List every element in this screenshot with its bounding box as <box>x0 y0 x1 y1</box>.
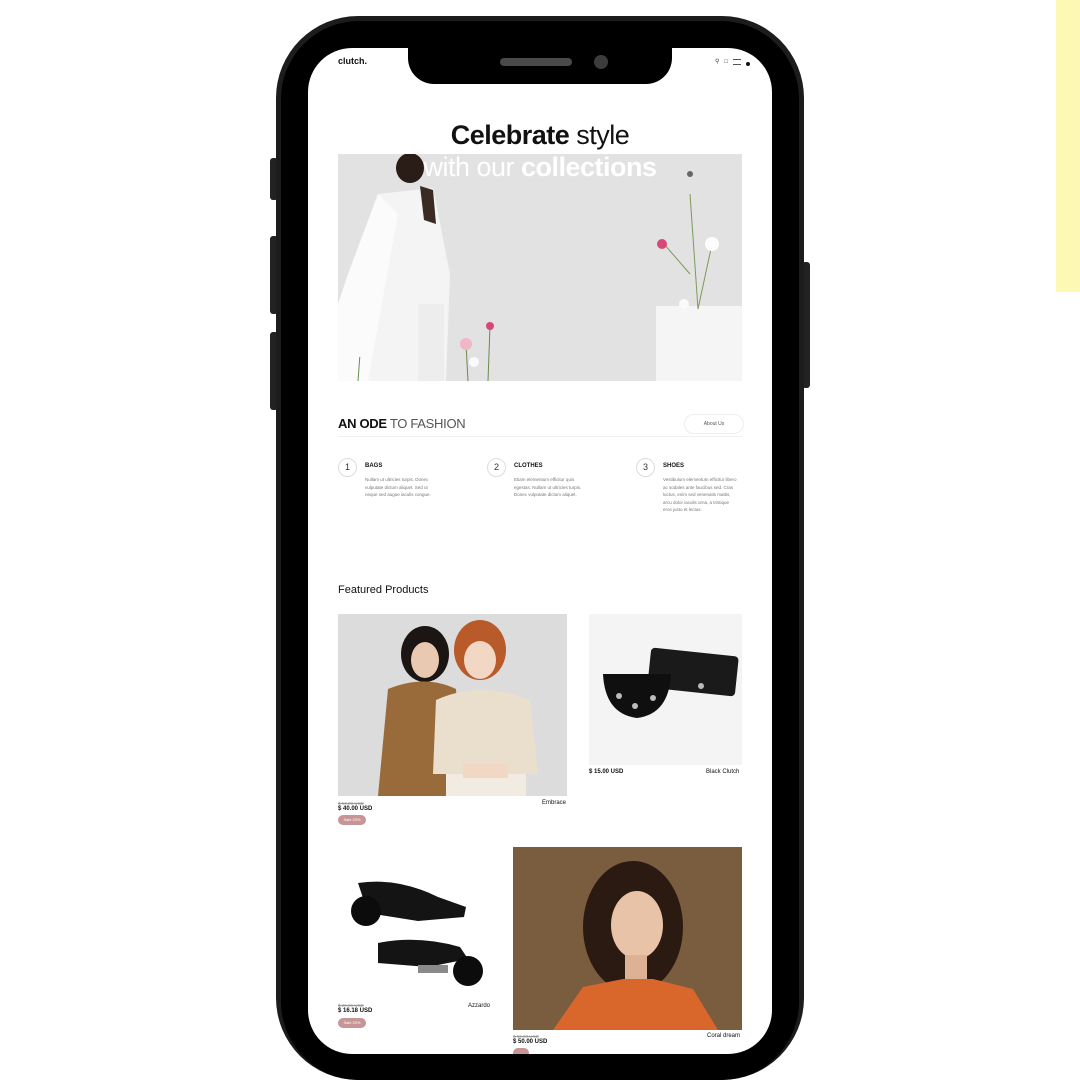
brand-logo[interactable]: clutch. <box>338 56 367 66</box>
product-price: $ 16.18 USD <box>338 1008 373 1014</box>
product-image-coral-dream[interactable] <box>513 847 742 1030</box>
earpiece-speaker <box>500 58 572 66</box>
bag-icon[interactable]: □ <box>724 59 728 65</box>
header-icons: ⚲ □ <box>715 58 750 66</box>
cart-indicator-dot <box>746 62 750 66</box>
product-name[interactable]: Black Clutch <box>706 769 739 775</box>
featured-heading: Featured Products <box>338 584 429 596</box>
about-us-button[interactable]: About Us <box>684 414 744 434</box>
search-icon[interactable]: ⚲ <box>715 59 719 65</box>
product-price: $ 15.00 USD <box>589 769 624 775</box>
background-accent-strip <box>1056 0 1080 292</box>
step-number: 1 <box>338 458 357 477</box>
product-name[interactable]: Embrace <box>542 800 566 806</box>
section-title: AN ODE TO FASHION <box>338 416 466 431</box>
product-name[interactable]: Azzardo <box>468 1003 490 1009</box>
product-price: $ 40.00 USD <box>338 806 373 812</box>
sale-badge: Sale 20% <box>338 1018 366 1028</box>
product-name[interactable]: Coral dream <box>707 1033 740 1039</box>
divider <box>338 436 742 437</box>
step-title: BAGS <box>365 463 383 469</box>
phone-screen: clutch. ⚲ □ Celebrate style with our col… <box>308 48 772 1054</box>
step-description: Etiam elementum efficitur quis egestas. … <box>514 477 582 498</box>
sale-badge: Sale 20% <box>338 815 366 825</box>
product-image-embrace[interactable] <box>338 614 567 796</box>
menu-icon[interactable] <box>733 59 741 65</box>
hero-title: Celebrate style <box>450 120 630 150</box>
sale-badge <box>513 1048 529 1054</box>
step-title: SHOES <box>663 463 685 469</box>
hero-image <box>338 154 742 381</box>
product-image-azzardo[interactable] <box>338 847 493 999</box>
hero-subtitle: with our collections <box>423 152 657 182</box>
step-description: Nullam ut ultricies turpis. Donec vulput… <box>365 477 431 498</box>
product-image-black-clutch[interactable] <box>589 614 742 765</box>
step-number: 3 <box>636 458 655 477</box>
step-description: Vestibulum elementum efficitur libero ac… <box>663 477 737 513</box>
step-title: CLOTHES <box>514 463 543 469</box>
step-number: 2 <box>487 458 506 477</box>
front-camera <box>594 55 608 69</box>
product-price: $ 50.00 USD <box>513 1039 548 1045</box>
